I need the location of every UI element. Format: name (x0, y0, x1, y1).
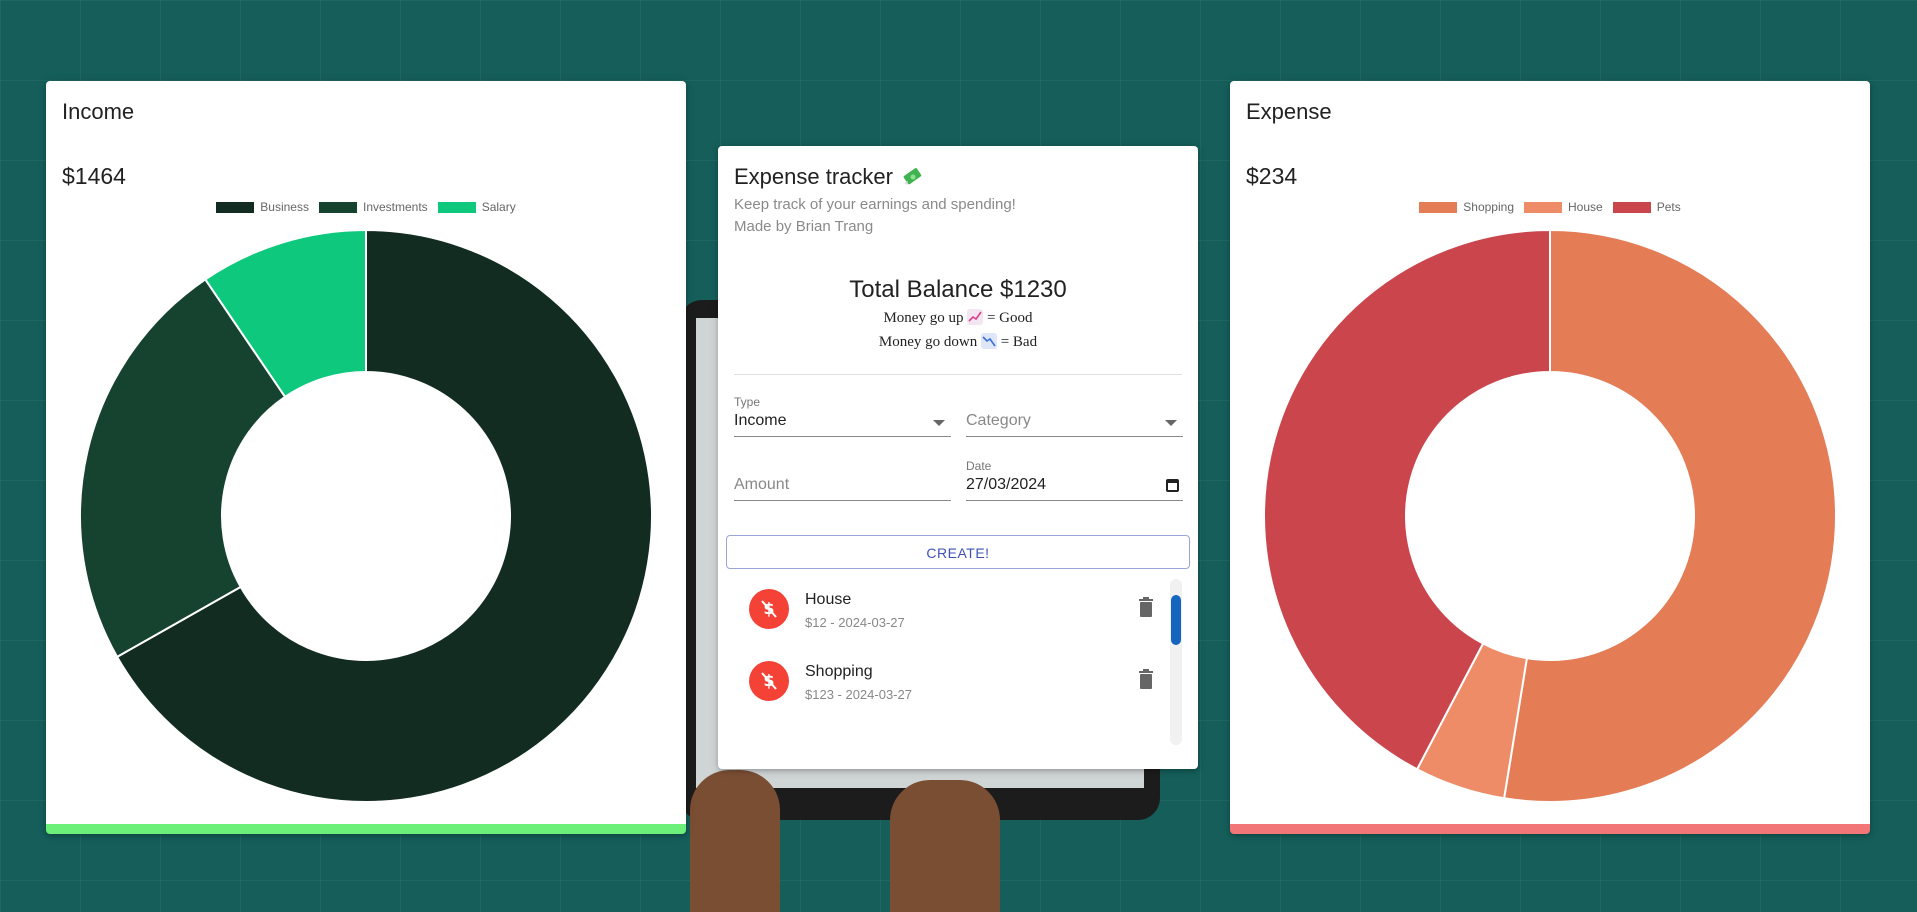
expense-legend-item-pets[interactable]: Pets (1612, 200, 1681, 214)
legend-label: House (1568, 200, 1603, 214)
money-up-text: Money go up (883, 310, 964, 326)
amount-input[interactable]: Amount (734, 476, 951, 501)
date-input[interactable]: 27/03/2024 (966, 476, 1183, 501)
avatar: $ (749, 589, 789, 629)
category-select[interactable]: Category (966, 412, 1183, 437)
type-value: Income (734, 412, 787, 429)
list-item[interactable]: $ Shopping $123 - 2024-03-27 (734, 651, 1164, 711)
trash-icon[interactable] (1138, 669, 1154, 689)
expense-legend-item-shopping[interactable]: Shopping (1419, 200, 1514, 214)
money-down-result: = Bad (1000, 334, 1038, 350)
legend-swatch (1419, 201, 1458, 213)
type-select[interactable]: Income (734, 412, 951, 437)
money-with-wings-icon (903, 168, 922, 185)
type-label: Type (734, 395, 761, 409)
chart-decreasing-icon (980, 333, 997, 349)
transaction-list: $ House $12 - 2024-03-27 $ Shopping $123… (734, 579, 1174, 745)
legend-swatch (1612, 201, 1651, 213)
legend-label: Business (260, 200, 309, 214)
income-donut-chart (79, 228, 653, 803)
expense-amount: $234 (1246, 163, 1298, 189)
scrollbar-thumb[interactable] (1171, 595, 1181, 645)
income-card: Income $1464 Business Investments Salary (46, 81, 686, 834)
transaction-name: Shopping (805, 663, 873, 680)
expense-legend: Shopping House Pets (1230, 200, 1870, 214)
income-legend-item-business[interactable]: Business (216, 200, 309, 214)
chart-increasing-icon (967, 309, 984, 325)
legend-swatch (318, 201, 357, 213)
date-label: Date (966, 459, 992, 473)
income-legend-item-salary[interactable]: Salary (437, 200, 516, 214)
expense-donut-chart (1263, 228, 1837, 803)
legend-label: Investments (362, 200, 428, 214)
money-off-icon: $ (761, 599, 777, 618)
transaction-meta: $123 - 2024-03-27 (805, 687, 912, 702)
money-down-text: Money go down (878, 334, 978, 350)
money-up-note: Money go up = Good (718, 309, 1198, 327)
tracker-author: Made by Brian Trang (734, 218, 874, 235)
income-legend: Business Investments Salary (46, 200, 686, 214)
tracker-title: Expense tracker (734, 164, 893, 189)
chevron-down-icon (933, 420, 945, 426)
money-off-icon: $ (761, 671, 777, 690)
expense-tracker-card: Expense tracker Keep track of your earni… (718, 146, 1198, 769)
expense-legend-item-house[interactable]: House (1524, 200, 1603, 214)
create-button[interactable]: CREATE! (726, 535, 1190, 569)
date-value: 27/03/2024 (966, 476, 1047, 493)
chevron-down-icon (1165, 420, 1177, 426)
list-item[interactable]: $ House $12 - 2024-03-27 (734, 579, 1164, 639)
transaction-meta: $12 - 2024-03-27 (805, 615, 905, 630)
avatar: $ (749, 661, 789, 701)
tracker-subtitle: Keep track of your earnings and spending… (734, 196, 1016, 213)
tracker-header: Expense tracker (734, 164, 925, 190)
expense-title: Expense (1246, 99, 1332, 124)
transaction-name: House (805, 591, 852, 608)
legend-swatch (437, 201, 476, 213)
money-down-note: Money go down = Bad (718, 333, 1198, 351)
divider (734, 374, 1182, 375)
scrollbar[interactable] (1170, 579, 1182, 745)
expense-slice-shopping[interactable] (1502, 228, 1837, 803)
money-up-result: = Good (986, 310, 1033, 326)
expense-card: Expense $234 Shopping House Pets (1230, 81, 1870, 834)
income-amount: $1464 (62, 163, 126, 189)
legend-label: Salary (481, 200, 516, 214)
category-placeholder: Category (966, 412, 1031, 429)
calendar-icon[interactable] (1166, 479, 1179, 492)
background-hand-right (890, 780, 1000, 912)
legend-label: Shopping (1463, 200, 1514, 214)
income-title: Income (62, 99, 135, 124)
total-balance: Total Balance $1230 (849, 276, 1067, 303)
income-legend-item-investments[interactable]: Investments (318, 200, 428, 214)
legend-label: Pets (1656, 200, 1681, 214)
trash-icon[interactable] (1138, 597, 1154, 617)
legend-swatch (1524, 201, 1562, 213)
amount-placeholder: Amount (734, 476, 790, 493)
legend-swatch (216, 201, 255, 213)
background-hand-left (690, 770, 780, 912)
